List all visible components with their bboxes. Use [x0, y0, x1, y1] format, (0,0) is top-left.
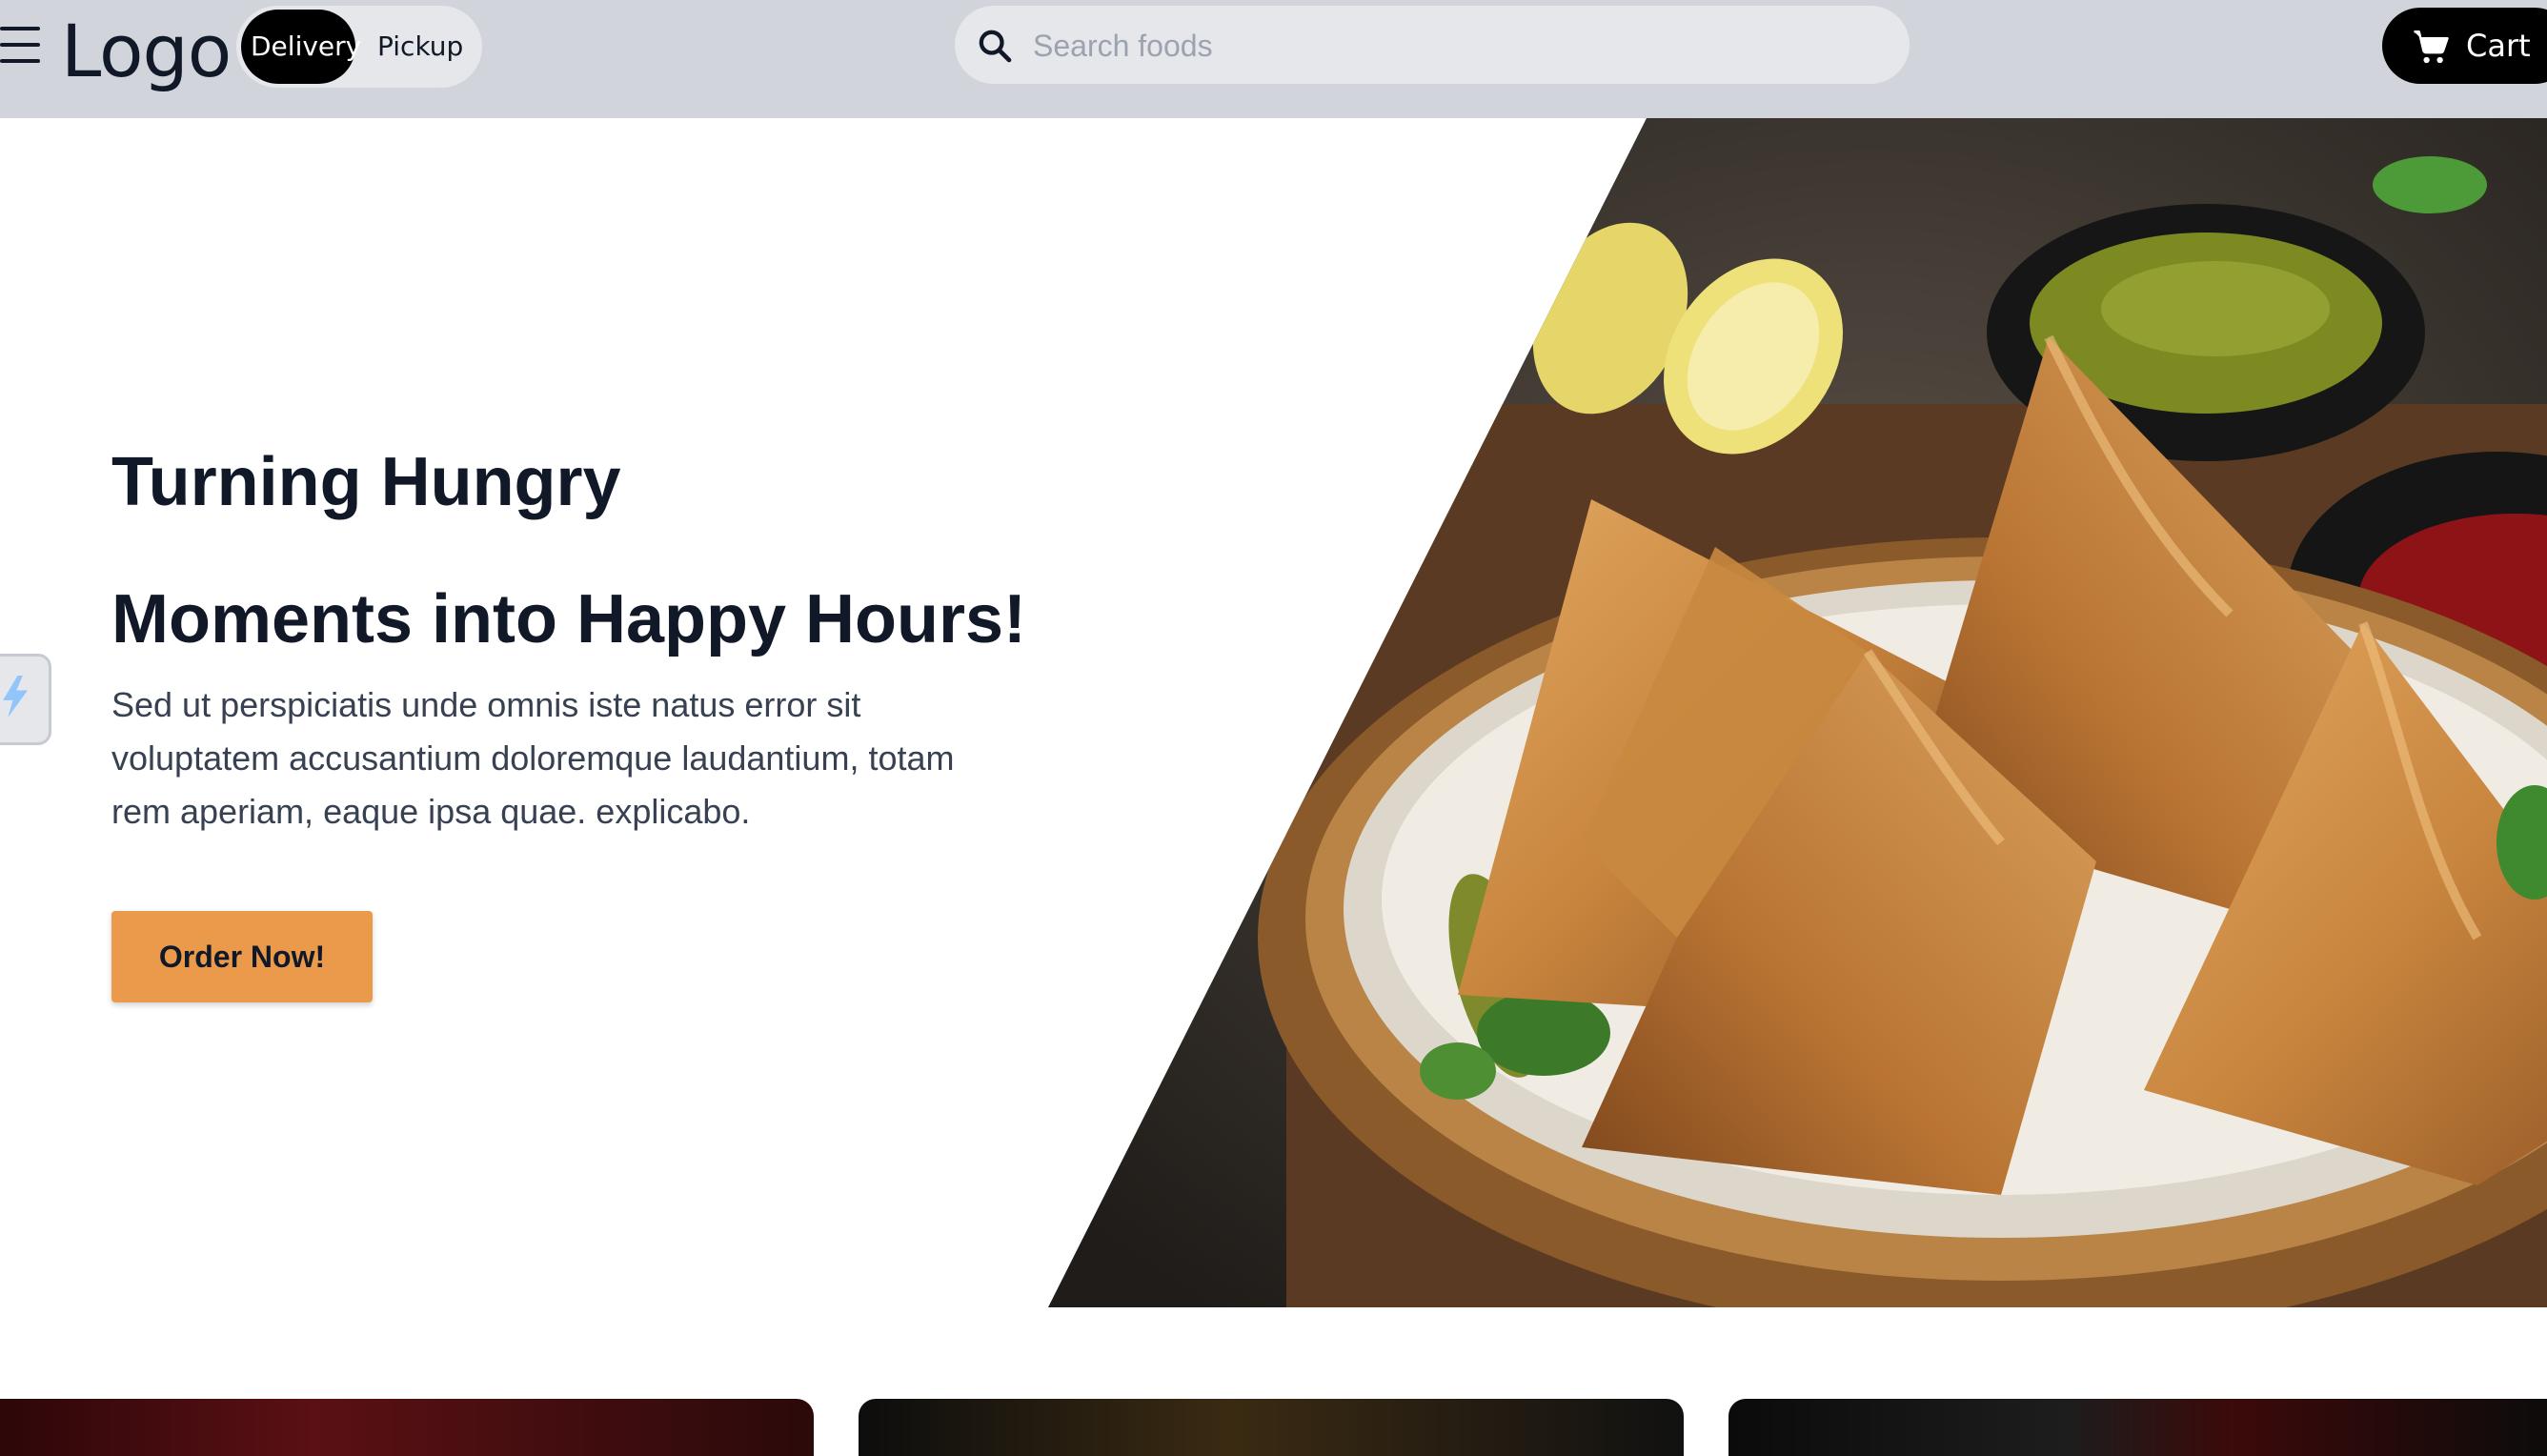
search-bar — [955, 6, 1910, 84]
hero-food-image — [1048, 118, 2547, 1307]
delivery-option[interactable]: Delivery — [241, 10, 361, 84]
cart-label: Cart — [2466, 28, 2531, 64]
search-input[interactable] — [1031, 17, 1873, 74]
search-icon — [979, 30, 1012, 63]
hero-heading-line2: Moments into Happy Hours! — [111, 581, 1027, 657]
menu-icon[interactable] — [0, 23, 44, 67]
bolt-icon — [3, 676, 28, 718]
pickup-option[interactable]: Pickup — [360, 10, 480, 84]
side-widget-tab[interactable] — [0, 654, 51, 745]
hero-heading: Turning Hungry Moments into Happy Hours! — [111, 448, 1045, 654]
food-card[interactable] — [1728, 1399, 2547, 1456]
cart-icon — [2414, 30, 2449, 64]
order-now-button[interactable]: Order Now! — [111, 911, 373, 1002]
hero-heading-line1: Turning Hungry — [111, 444, 621, 520]
top-navbar: Logo Delivery Pickup Cart — [0, 0, 2547, 118]
hero-description: Sed ut perspiciatis unde omnis iste natu… — [111, 685, 955, 831]
hero-content: Turning Hungry Moments into Happy Hours!… — [111, 448, 1045, 839]
logo[interactable]: Logo — [61, 6, 232, 97]
food-card[interactable] — [0, 1399, 814, 1456]
delivery-pickup-toggle: Delivery Pickup — [236, 6, 482, 88]
food-card[interactable] — [859, 1399, 1684, 1456]
cart-button[interactable]: Cart — [2382, 8, 2547, 84]
